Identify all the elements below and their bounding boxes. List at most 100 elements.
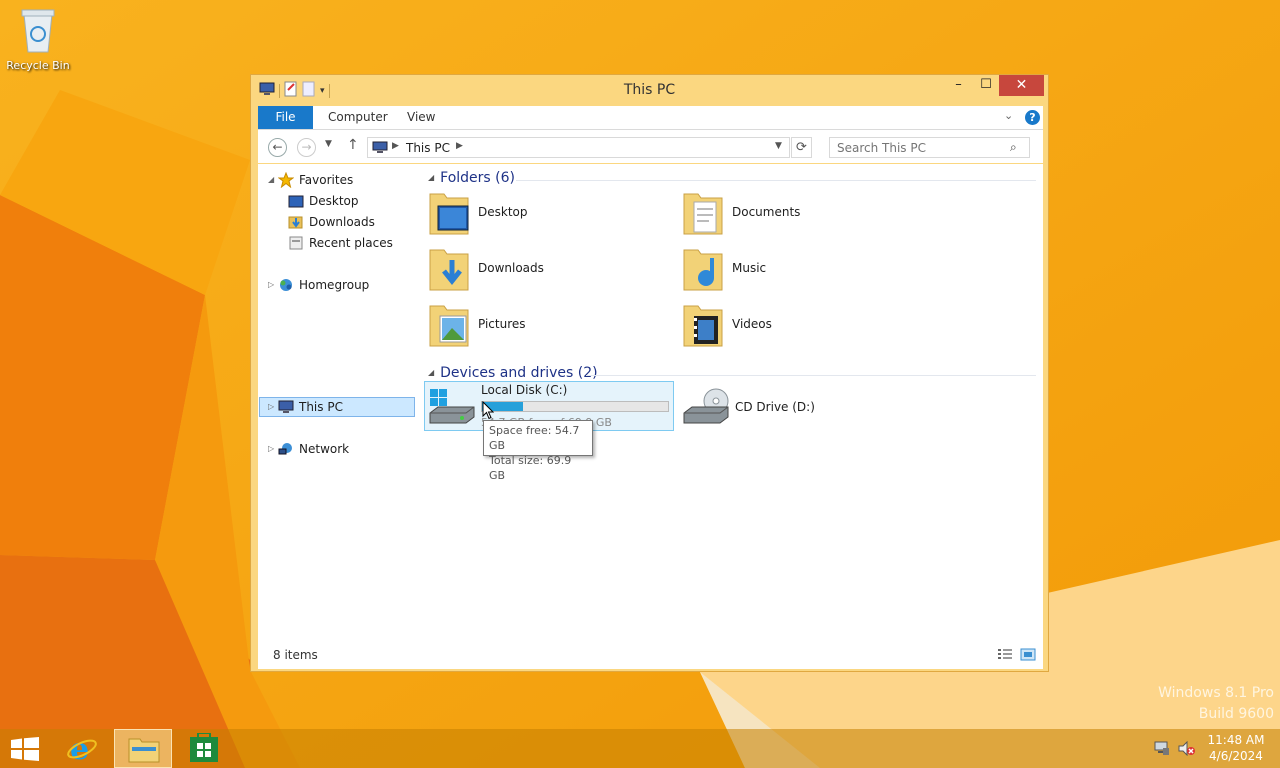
homegroup-icon: [278, 277, 294, 299]
mouse-cursor-icon: [482, 400, 495, 423]
clock-date: 4/6/2024: [1209, 749, 1263, 763]
downloads-folder-icon: [428, 244, 472, 295]
folders-header-label: Folders (6): [440, 170, 515, 186]
nav-item-label: Desktop: [309, 194, 359, 208]
computer-icon: [278, 400, 294, 420]
watermark-build: Build 9600: [1198, 706, 1274, 722]
folder-name: Videos: [732, 317, 772, 331]
ribbon: File Computer View ⌄ ?: [258, 106, 1043, 130]
cd-drive-icon: [682, 387, 730, 430]
tab-file[interactable]: File: [258, 106, 313, 129]
nav-this-pc-label: This PC: [299, 400, 343, 414]
drives-header-label: Devices and drives (2): [440, 365, 598, 381]
folder-name: Downloads: [478, 261, 544, 275]
recycle-bin-label: Recycle Bin: [6, 59, 70, 72]
status-bar: 8 items: [258, 634, 1043, 669]
folder-name: Pictures: [478, 317, 526, 331]
collapse-triangle-icon[interactable]: ◢: [268, 170, 274, 190]
watermark-edition: Windows 8.1 Pro: [1158, 685, 1274, 701]
address-bar[interactable]: ▶ This PC ▶ ▼: [367, 137, 790, 158]
collapse-triangle-icon[interactable]: ◢: [428, 368, 434, 377]
computer-icon: [372, 141, 388, 157]
taskbar-internet-explorer[interactable]: e: [56, 729, 108, 768]
title-bar[interactable]: ▾ This PC – ☐ ✕: [251, 75, 1048, 105]
folder-name: Desktop: [478, 205, 528, 219]
expand-ribbon-chevron-icon[interactable]: ⌄: [1004, 109, 1013, 122]
address-dropdown-icon[interactable]: ▼: [775, 141, 782, 151]
help-icon[interactable]: ?: [1025, 110, 1040, 125]
documents-folder-icon: [682, 188, 726, 239]
expand-triangle-icon[interactable]: ▷: [268, 397, 274, 417]
search-input[interactable]: [829, 137, 1030, 158]
internet-explorer-icon: e: [67, 732, 97, 764]
nav-item-label: Downloads: [309, 215, 375, 229]
maximize-button[interactable]: ☐: [973, 75, 999, 96]
nav-homegroup-label: Homegroup: [299, 278, 370, 292]
folder-tile-desktop[interactable]: Desktop: [428, 188, 668, 242]
item-count: 8 items: [273, 648, 318, 662]
window-title: This PC: [623, 82, 676, 98]
content-area: ◢ Favorites Desktop Downloads Recent pla…: [258, 164, 1043, 669]
start-button[interactable]: [0, 729, 50, 768]
network-tray-icon[interactable]: [1152, 729, 1172, 768]
folder-tile-documents[interactable]: Documents: [682, 188, 922, 242]
disk-usage-bar: [481, 401, 669, 412]
nav-favorites-label: Favorites: [299, 173, 354, 187]
desktop-folder-icon: [428, 188, 472, 239]
recent-places-icon: [288, 236, 304, 256]
recycle-bin[interactable]: Recycle Bin: [4, 6, 72, 72]
expand-triangle-icon[interactable]: ▷: [268, 275, 274, 295]
file-list: ◢Folders (6) Desktop Documents Download: [424, 164, 1039, 634]
drive-tooltip: Space free: 54.7 GB Total size: 69.9 GB: [483, 420, 593, 482]
folder-name: Music: [732, 261, 767, 275]
explorer-window: ▾ This PC – ☐ ✕ File Computer View ⌄ ? ←…: [250, 74, 1049, 672]
recycle-bin-icon: [21, 9, 55, 53]
taskbar-store[interactable]: [178, 729, 230, 768]
hard-drive-icon: [428, 387, 476, 430]
drive-name-cd-drive: CD Drive (D:): [735, 400, 815, 414]
windows-watermark: Windows 8.1 Pro Build 9600: [1158, 683, 1274, 725]
downloads-icon: [288, 215, 304, 235]
details-view-icon[interactable]: [997, 648, 1013, 664]
close-button[interactable]: ✕: [999, 75, 1044, 96]
navigation-pane: ◢ Favorites Desktop Downloads Recent pla…: [258, 164, 418, 634]
group-divider: [516, 180, 1036, 181]
volume-muted-icon[interactable]: [1176, 729, 1196, 768]
recent-locations-chevron-icon[interactable]: ▼: [325, 139, 332, 149]
folder-name: Documents: [732, 205, 801, 219]
address-toolbar: ← → ▼ ↑ ▶ This PC ▶ ▼ ⟳ ⌕: [258, 130, 1043, 163]
music-folder-icon: [682, 244, 726, 295]
minimize-button[interactable]: –: [944, 75, 973, 96]
collapse-triangle-icon[interactable]: ◢: [428, 173, 434, 182]
drive-name-local-disk: Local Disk (C:): [481, 383, 568, 397]
breadcrumb[interactable]: This PC: [406, 141, 450, 155]
large-icons-view-icon[interactable]: [1020, 648, 1036, 664]
folder-tile-pictures[interactable]: Pictures: [428, 300, 668, 354]
forward-button[interactable]: →: [297, 138, 316, 157]
tab-view[interactable]: View: [407, 106, 435, 129]
folder-tile-videos[interactable]: Videos: [682, 300, 922, 354]
videos-folder-icon: [682, 300, 726, 351]
breadcrumb-separator-icon[interactable]: ▶: [392, 141, 399, 151]
clock-time: 11:48 AM: [1207, 733, 1265, 747]
search-icon[interactable]: ⌕: [1010, 140, 1017, 155]
taskbar: e 11:48 AM 4/6/2024: [0, 729, 1280, 768]
folder-tile-music[interactable]: Music: [682, 244, 922, 298]
nav-network-label: Network: [299, 442, 350, 456]
group-divider: [586, 375, 1036, 376]
store-icon: [190, 733, 218, 762]
tab-computer[interactable]: Computer: [328, 106, 388, 129]
tooltip-space-free: Space free: 54.7 GB: [489, 424, 580, 452]
taskbar-file-explorer[interactable]: [114, 729, 172, 768]
file-explorer-icon: [128, 738, 160, 763]
refresh-button[interactable]: ⟳: [791, 137, 812, 158]
expand-triangle-icon[interactable]: ▷: [268, 439, 274, 459]
pictures-folder-icon: [428, 300, 472, 351]
back-button[interactable]: ←: [268, 138, 287, 157]
windows-logo-icon: [11, 737, 39, 761]
up-button[interactable]: ↑: [347, 137, 359, 153]
folder-tile-downloads[interactable]: Downloads: [428, 244, 668, 298]
breadcrumb-separator-icon[interactable]: ▶: [456, 141, 463, 151]
tooltip-total-size: Total size: 69.9 GB: [489, 454, 572, 482]
system-clock[interactable]: 11:48 AM 4/6/2024: [1200, 732, 1272, 764]
